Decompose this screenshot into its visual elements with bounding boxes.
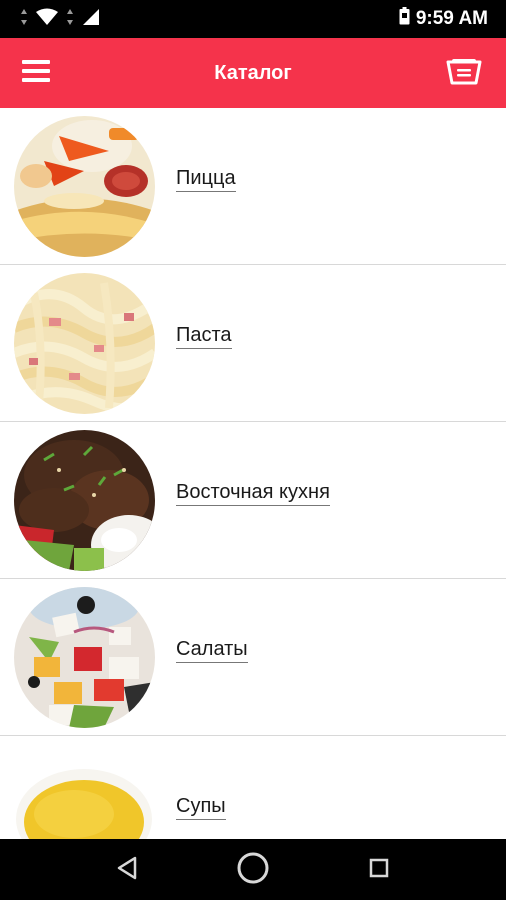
pizza-image: [14, 116, 155, 257]
catalog-list: Пицца Паста Восточная кухня Салаты Супы: [0, 108, 506, 839]
catalog-item-label: Паста: [176, 323, 232, 349]
back-icon: [116, 856, 138, 885]
catalog-item-soup[interactable]: Супы: [0, 736, 506, 839]
recents-button[interactable]: [362, 853, 396, 887]
pasta-image: [14, 273, 155, 414]
signal-icon: [82, 8, 100, 31]
catalog-item-label: Пицца: [176, 166, 236, 192]
status-icons-left: [20, 8, 100, 31]
app-bar: Каталог: [0, 38, 506, 108]
recents-icon: [368, 857, 390, 884]
status-bar: 9:59 AM: [0, 0, 506, 38]
data-arrows-icon: [66, 8, 74, 31]
status-time: 9:59 AM: [415, 8, 488, 29]
system-nav-bar: [0, 839, 506, 900]
home-icon: [236, 851, 270, 890]
catalog-item-label: Восточная кухня: [176, 480, 330, 506]
menu-button[interactable]: [16, 55, 56, 91]
catalog-item-pasta[interactable]: Паста: [0, 265, 506, 422]
data-arrows-icon: [20, 8, 28, 31]
battery-icon: [399, 7, 410, 31]
page-title: Каталог: [214, 61, 292, 84]
salad-image: [14, 587, 155, 728]
cart-button[interactable]: [444, 54, 484, 92]
wifi-icon: [36, 8, 58, 31]
catalog-item-salad[interactable]: Салаты: [0, 579, 506, 736]
soup-image: [14, 744, 155, 839]
menu-icon: [22, 59, 50, 88]
back-button[interactable]: [110, 853, 144, 887]
catalog-item-label: Супы: [176, 794, 226, 820]
home-button[interactable]: [236, 851, 270, 890]
catalog-item-label: Салаты: [176, 637, 248, 663]
catalog-item-pizza[interactable]: Пицца: [0, 108, 506, 265]
catalog-item-oriental[interactable]: Восточная кухня: [0, 422, 506, 579]
oriental-dish-image: [14, 430, 155, 571]
basket-icon: [446, 56, 482, 91]
status-icons-right: 9:59 AM: [399, 7, 488, 31]
